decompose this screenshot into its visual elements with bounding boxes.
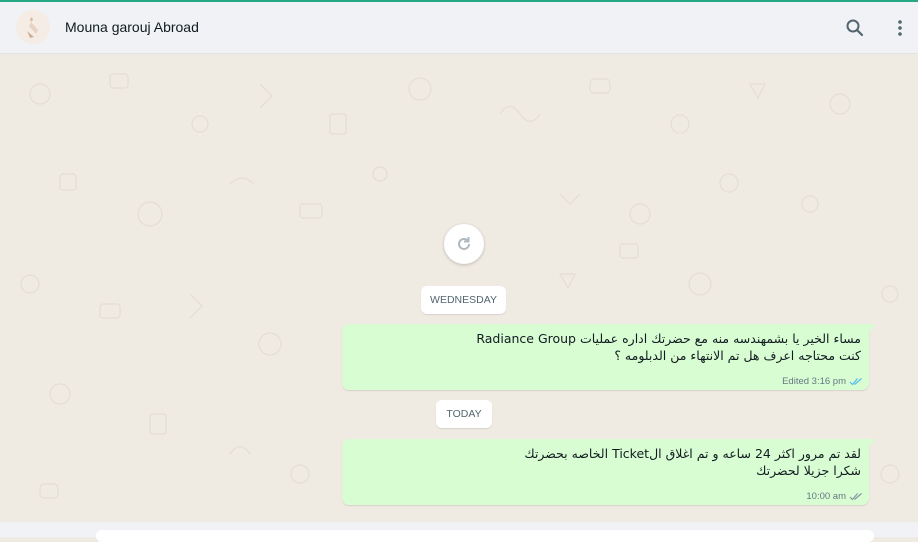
date-divider-today: TODAY (436, 400, 492, 428)
message-meta: Edited 3:16 pm (782, 376, 863, 387)
chat-area[interactable]: WEDNESDAY مساء الخير يا بشمهندسه منه مع … (0, 54, 918, 522)
delivered-ticks-icon (849, 493, 862, 501)
message-text: مساء الخير يا بشمهندسه منه مع حضرتك ادار… (476, 331, 861, 363)
message-timestamp: Edited 3:16 pm (782, 376, 846, 387)
message-timestamp: 10:00 am (806, 491, 846, 502)
refresh-icon (458, 237, 470, 250)
date-divider-wednesday: WEDNESDAY (421, 286, 506, 314)
load-older-button[interactable] (444, 224, 484, 264)
message-bubble[interactable]: مساء الخير يا بشمهندسه منه مع حضرتك ادار… (342, 324, 876, 390)
search-icon[interactable] (845, 18, 865, 38)
message-text: لقد تم مرور اكثر 24 ساعه و تم اغلاق الTi… (524, 446, 861, 478)
message-input[interactable] (96, 530, 874, 542)
contact-name[interactable]: Mouna garouj Abroad (65, 19, 199, 35)
message-bubble[interactable]: لقد تم مرور اكثر 24 ساعه و تم اغلاق الTi… (342, 439, 876, 505)
menu-dots-icon[interactable] (890, 18, 910, 38)
message-meta: 10:00 am (806, 491, 863, 502)
avatar[interactable] (16, 10, 50, 44)
chat-header: Mouna garouj Abroad (0, 2, 918, 54)
read-ticks-icon (849, 378, 862, 386)
